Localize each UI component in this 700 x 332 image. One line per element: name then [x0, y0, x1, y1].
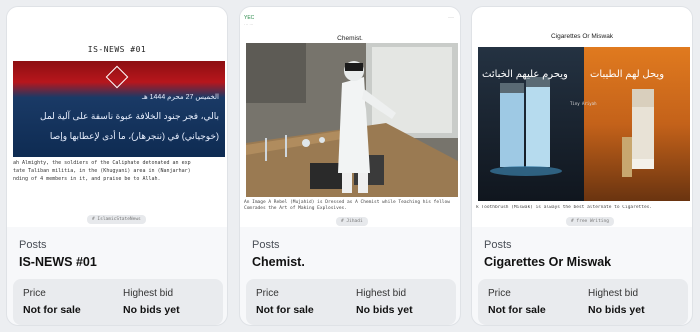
preview-arabic-line: بالي، فجر جنود الخلافة عبوة ناسفة على آل… [40, 111, 219, 121]
preview-title: Chemist. [337, 35, 363, 42]
preview-hashtag: # free Writing [566, 217, 614, 226]
preview-arabic-line: (خوجياني) في (ننجرهار)، ما أدى لإعطابها … [49, 131, 219, 141]
preview-arabic-date: الخميس 27 محرم 1444 هـ [141, 94, 219, 101]
nft-title[interactable]: Cigarettes Or Miswak [484, 255, 611, 269]
preview-caption: An Image A Rebel (Mujahid) is Dressed as… [244, 200, 450, 211]
highest-bid-value: No bids yet [123, 304, 180, 316]
price-label: Price [23, 288, 46, 299]
preview-caption: k Toothbrush (Miswak) is always the best… [476, 205, 653, 210]
emblem-icon [105, 65, 129, 89]
preview-body-line: tate Taliban militia, in the (Khugyani) … [13, 168, 191, 174]
nft-title[interactable]: Chemist. [252, 255, 305, 269]
highest-bid-label: Highest bid [356, 288, 407, 299]
highest-bid-label: Highest bid [588, 288, 639, 299]
collection-name: Posts [252, 239, 280, 251]
preview-photo [246, 43, 458, 197]
preview-header: YEC [244, 15, 255, 21]
more-icon: ··· [448, 15, 454, 21]
highest-bid-value: No bids yet [588, 304, 645, 316]
price-box: Price Not for sale Highest bid No bids y… [13, 279, 223, 325]
nft-card[interactable]: YEC · ·· ··· ··· Chemist. An Image A Reb… [239, 6, 461, 326]
photo-watermark: Tiny Ariyah [570, 101, 597, 106]
preview-header-sub: · ·· ··· [244, 23, 253, 27]
lab-photo [246, 43, 458, 197]
preview-body: ah Almighty, the soldiers of the Calipha… [13, 159, 225, 183]
preview-title: Cigarettes Or Miswak [550, 33, 614, 40]
nft-title[interactable]: IS-NEWS #01 [19, 255, 97, 269]
collection-name: Posts [484, 239, 512, 251]
preview-title: IS-NEWS #01 [87, 45, 147, 54]
price-label: Price [256, 288, 279, 299]
preview-photo: ويحرم عليهم الخبائث ويحل لهم الطيبات Tin… [478, 47, 690, 201]
preview-banner: الخميس 27 محرم 1444 هـ بالي، فجر جنود ال… [13, 61, 225, 157]
price-box: Price Not for sale Highest bid No bids y… [246, 279, 456, 325]
preview-body-line: nding of 4 members in it, and praise be … [13, 176, 161, 182]
price-label: Price [488, 288, 511, 299]
nft-preview-image[interactable]: YEC · ·· ··· ··· Chemist. An Image A Reb… [240, 7, 460, 227]
nft-grid: IS-NEWS #01 الخميس 27 محرم 1444 هـ بالي،… [0, 0, 700, 332]
collection-name: Posts [19, 239, 47, 251]
nft-card[interactable]: Cigarettes Or Miswak ويحرم عليهم الخبائث… [471, 6, 693, 326]
nft-preview-image[interactable]: IS-NEWS #01 الخميس 27 محرم 1444 هـ بالي،… [7, 7, 227, 227]
price-value: Not for sale [256, 304, 314, 316]
price-box: Price Not for sale Highest bid No bids y… [478, 279, 688, 325]
arabic-caption-left: ويحرم عليهم الخبائث [482, 69, 568, 80]
nft-preview-image[interactable]: Cigarettes Or Miswak ويحرم عليهم الخبائث… [472, 7, 692, 227]
nft-card[interactable]: IS-NEWS #01 الخميس 27 محرم 1444 هـ بالي،… [6, 6, 228, 326]
arabic-caption-right: ويحل لهم الطيبات [590, 69, 665, 80]
price-value: Not for sale [23, 304, 81, 316]
price-value: Not for sale [488, 304, 546, 316]
highest-bid-label: Highest bid [123, 288, 174, 299]
highest-bid-value: No bids yet [356, 304, 413, 316]
preview-body-line: ah Almighty, the soldiers of the Calipha… [13, 160, 191, 166]
preview-hashtag: # Jihadi [336, 217, 368, 226]
preview-hashtag: # IslamicStateNews [87, 215, 146, 224]
